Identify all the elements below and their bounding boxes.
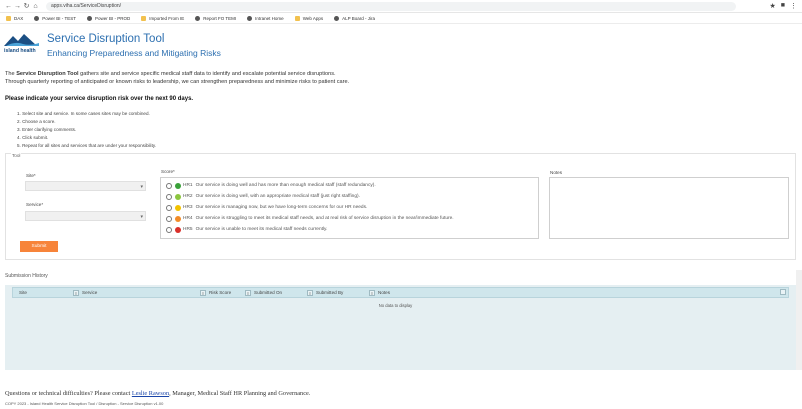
column-menu-icon[interactable]: ≡: [245, 289, 251, 296]
score-radio-group: HR1 Our service is doing well and has mo…: [160, 177, 539, 239]
column-chooser-icon[interactable]: [780, 289, 786, 295]
history-title: Submission History: [5, 273, 48, 279]
column-header-site[interactable]: Site: [19, 288, 27, 297]
chevron-down-icon: ▾: [140, 214, 143, 220]
forward-icon[interactable]: →: [13, 3, 22, 10]
score-option-hr1[interactable]: HR1 Our service is doing well and has mo…: [166, 182, 376, 189]
column-menu-icon[interactable]: ≡: [200, 289, 206, 296]
bookmark-webapps[interactable]: Web Apps: [294, 15, 323, 21]
bookmark-dax[interactable]: DAX: [6, 15, 23, 21]
neutral-face-icon: [175, 204, 181, 211]
back-icon[interactable]: ←: [4, 3, 13, 10]
smiley-face-icon: [175, 182, 181, 189]
page-scrollbar[interactable]: [796, 270, 802, 370]
url-field[interactable]: apps.viha.ca/ServiceDisruption/: [46, 1, 736, 11]
intro-text: The Service Disruption Tool gathers site…: [5, 71, 350, 85]
bookmark-intranet[interactable]: Intranet Home: [247, 15, 284, 21]
page-subtitle: Enhancing Preparedness and Mitigating Ri…: [47, 48, 221, 58]
history-grid-header: Site ≡ Service ≡ Risk Score ≡ Submitted On …: [12, 287, 789, 298]
column-header-notes[interactable]: ≡ Notes: [367, 288, 390, 297]
page-title: Service Disruption Tool: [47, 33, 165, 45]
globe-icon: [195, 15, 201, 21]
step-item: 2. Choose a score.: [17, 118, 56, 124]
notes-label: Notes: [550, 170, 563, 175]
home-icon[interactable]: ⌂: [31, 3, 40, 10]
radio-button[interactable]: [166, 215, 172, 222]
sad-face-icon: [175, 226, 181, 233]
profile-icon[interactable]: ■: [781, 2, 785, 10]
radio-button[interactable]: [166, 204, 172, 211]
logo-text: island health: [4, 48, 36, 54]
island-health-logo: island health: [3, 32, 41, 56]
column-menu-icon[interactable]: ≡: [73, 289, 79, 296]
site-select[interactable]: ▾: [25, 181, 146, 191]
tool-name: Service Disruption Tool: [16, 71, 79, 77]
score-option-hr4[interactable]: HR4 Our service is struggling to meet it…: [166, 215, 454, 222]
globe-icon: [86, 15, 92, 21]
bookmark-imported[interactable]: Imported From IE: [141, 15, 184, 21]
service-select[interactable]: ▾: [25, 211, 146, 221]
mountain-logo-icon: [4, 34, 39, 46]
service-label: Service*: [26, 202, 44, 207]
browser-address-bar: ← → ↻ ⌂ apps.viha.ca/ServiceDisruption/ …: [0, 0, 802, 13]
copyright-text: COPY 2023 - Island Health Service Disrup…: [5, 401, 164, 406]
folder-icon: [6, 15, 11, 21]
url-text: apps.viha.ca/ServiceDisruption/: [51, 3, 122, 9]
step-item: 3. Enter clarifying comments.: [17, 126, 77, 132]
folder-icon: [294, 15, 300, 21]
column-header-risk-score[interactable]: ≡ Risk Score: [198, 288, 231, 297]
radio-button[interactable]: [166, 182, 172, 189]
smiley-face-icon: [175, 193, 181, 200]
column-header-service[interactable]: ≡ Service: [71, 288, 97, 297]
globe-icon: [34, 15, 40, 21]
contact-link[interactable]: Leslie Rawson: [132, 390, 169, 397]
bookmark-powerbi-test[interactable]: Power BI - TEST: [34, 15, 76, 21]
column-header-submitted-by[interactable]: ≡ Submitted By: [305, 288, 343, 297]
column-header-submitted-on[interactable]: ≡ Submitted On: [243, 288, 282, 297]
radio-button[interactable]: [166, 226, 172, 233]
reload-icon[interactable]: ↻: [22, 2, 31, 10]
score-label: Score*: [161, 169, 175, 174]
step-item: 1. Select site and service. In some case…: [17, 111, 150, 116]
folder-icon: [141, 15, 147, 21]
notes-textarea[interactable]: [549, 177, 789, 239]
bookmark-alp[interactable]: ALP Board - Jira: [334, 15, 375, 21]
bookmark-report[interactable]: Report FO TEMI: [195, 15, 236, 21]
panel-legend: Tool: [11, 153, 22, 158]
score-option-hr3[interactable]: HR3 Our service is managing now, but we …: [166, 204, 367, 211]
empty-grid-message: No data to display: [378, 303, 413, 308]
globe-icon: [247, 15, 253, 21]
step-item: 5. Repeat for all sites and services tha…: [17, 142, 157, 148]
score-option-hr5[interactable]: HR5 Our service is unable to meet its me…: [166, 226, 327, 233]
risk-prompt: Please indicate your service disruption …: [5, 96, 194, 102]
menu-icon[interactable]: ⋮: [790, 2, 797, 10]
site-label: Site*: [26, 173, 36, 178]
globe-icon: [334, 15, 340, 21]
extensions-icon[interactable]: ★: [769, 2, 775, 10]
instruction-steps: 1. Select site and service. In some case…: [17, 110, 156, 150]
chevron-down-icon: ▾: [140, 184, 143, 190]
column-menu-icon[interactable]: ≡: [307, 289, 313, 296]
column-menu-icon[interactable]: ≡: [369, 289, 375, 296]
bookmark-powerbi-prod[interactable]: Power BI - PROD: [86, 15, 130, 21]
contact-footer: Questions or technical difficulties? Ple…: [5, 390, 311, 397]
radio-button[interactable]: [166, 193, 172, 200]
worried-face-icon: [175, 215, 181, 222]
submit-button[interactable]: Submit: [20, 241, 58, 252]
step-item: 4. Click submit.: [17, 134, 49, 140]
score-option-hr2[interactable]: HR2 Our service is doing well, with an a…: [166, 193, 360, 200]
bookmarks-bar: DAX Power BI - TEST Power BI - PROD Impo…: [0, 13, 802, 24]
